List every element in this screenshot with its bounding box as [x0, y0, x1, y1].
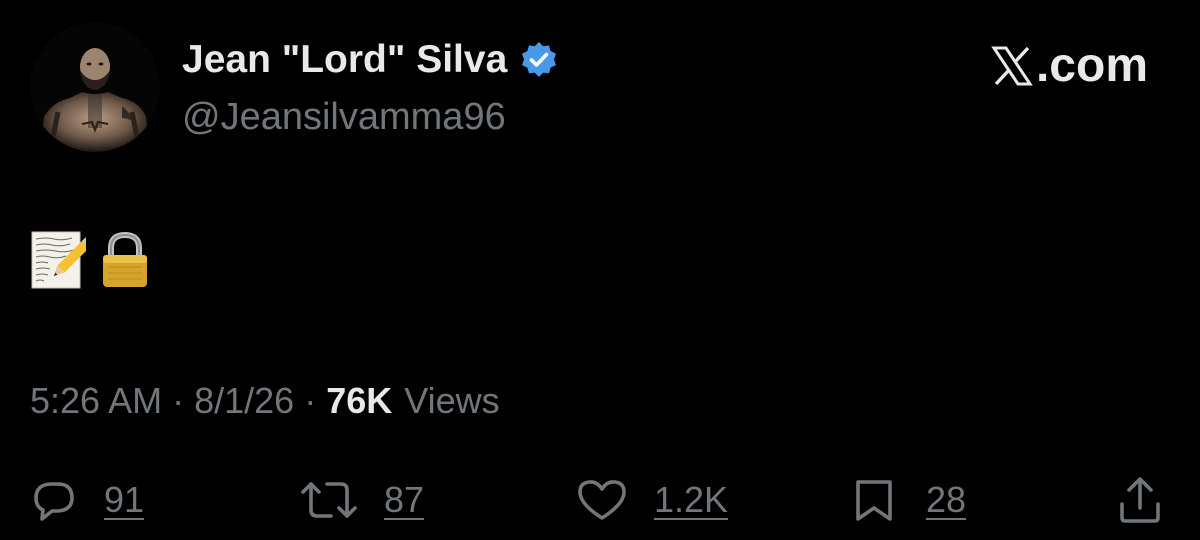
repost-count[interactable]: 87	[384, 479, 424, 521]
meta-separator: ·	[304, 380, 317, 421]
like-count[interactable]: 1.2K	[654, 479, 728, 521]
profile-photo	[30, 22, 160, 152]
heart-icon	[578, 480, 626, 520]
reply-count[interactable]: 91	[104, 479, 144, 521]
avatar[interactable]	[30, 22, 160, 152]
bookmark-count[interactable]: 28	[926, 479, 966, 521]
memo-pencil-emoji	[30, 230, 96, 295]
share-button[interactable]	[1114, 470, 1166, 530]
brand-logo: .com	[990, 38, 1148, 93]
repost-button[interactable]: 87	[298, 470, 424, 530]
like-button[interactable]: 1.2K	[574, 470, 728, 530]
bookmark-button[interactable]: 28	[846, 470, 966, 530]
x-logo-icon	[991, 46, 1033, 85]
lock-emoji	[100, 231, 150, 294]
brand-text: .com	[1035, 39, 1148, 92]
bookmark-icon	[856, 480, 892, 521]
share-icon	[1120, 477, 1160, 523]
tweet-text	[30, 230, 150, 295]
meta-separator: ·	[172, 380, 185, 421]
reply-button[interactable]: 91	[28, 470, 144, 530]
display-name-text[interactable]: Jean "Lord" Silva	[182, 38, 507, 82]
tweet-time[interactable]: 5:26 AM	[30, 380, 162, 422]
views-count: 76K	[326, 380, 393, 421]
repost-icon	[301, 482, 357, 518]
tweet-meta: 5:26 AM · 8/1/26 · 76K Views	[30, 380, 500, 422]
verified-badge-icon	[519, 40, 559, 80]
tweet-actions: 91 87 1.2K 28	[0, 470, 1200, 530]
display-name[interactable]: Jean "Lord" Silva	[182, 38, 559, 82]
views-label: Views	[404, 380, 500, 421]
reply-icon	[34, 482, 74, 521]
user-handle[interactable]: @Jeansilvamma96	[182, 96, 506, 139]
tweet-date[interactable]: 8/1/26	[194, 380, 294, 422]
